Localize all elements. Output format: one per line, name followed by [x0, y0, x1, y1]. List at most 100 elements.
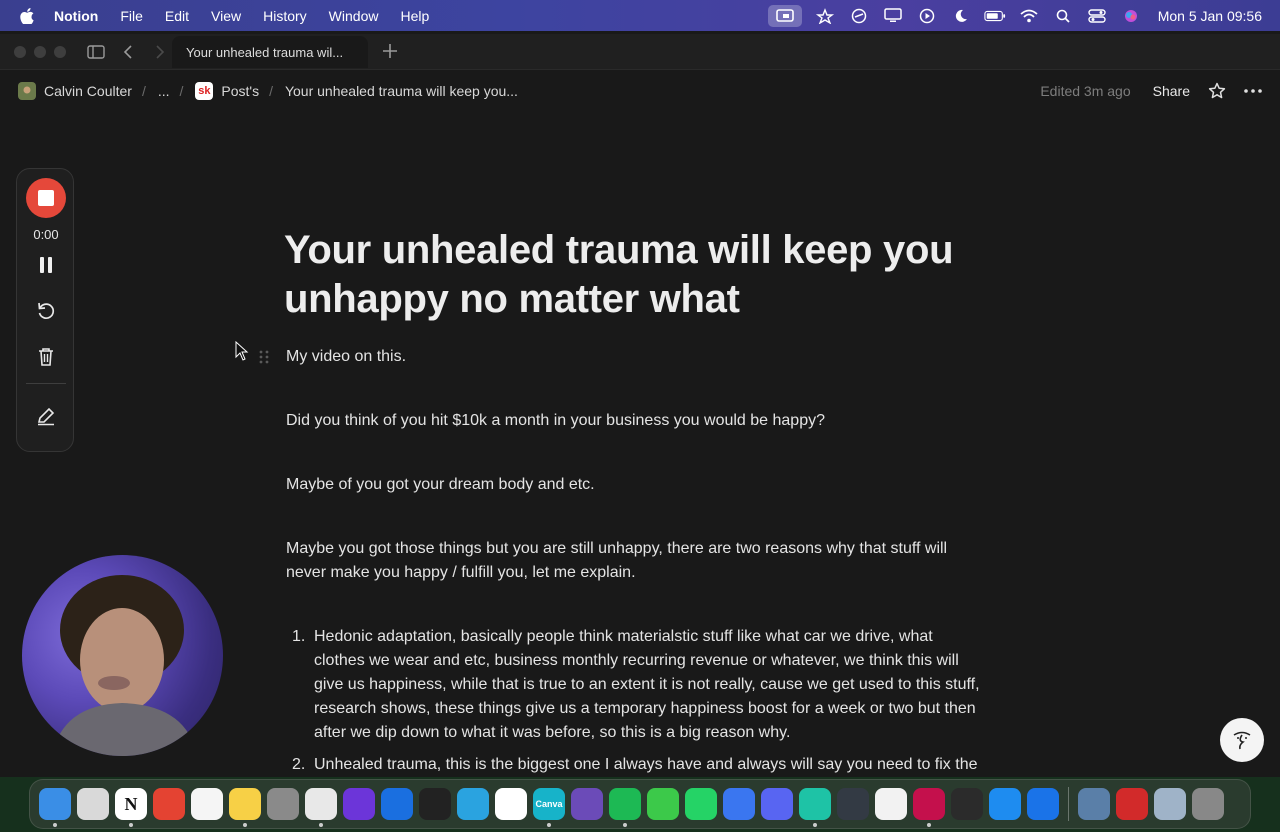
menu-window[interactable]: Window	[329, 8, 379, 24]
dock-app-arc[interactable]	[343, 788, 375, 820]
dock-app-screen-studio[interactable]	[381, 788, 413, 820]
running-indicator	[53, 823, 57, 827]
wifi-icon[interactable]	[1018, 7, 1040, 25]
dock-app-chrome[interactable]	[305, 788, 337, 827]
menu-view[interactable]: View	[211, 8, 241, 24]
paragraph-block[interactable]: Maybe of you got your dream body and etc…	[286, 473, 986, 497]
back-arrow-icon[interactable]	[118, 42, 138, 62]
dock-app-pdf-app[interactable]	[1116, 788, 1148, 820]
dock-app-surfshark[interactable]	[799, 788, 831, 827]
menu-file[interactable]: File	[120, 8, 143, 24]
menu-app-name[interactable]: Notion	[54, 8, 98, 24]
dock-app-cloud-app[interactable]	[837, 788, 869, 820]
play-icon[interactable]	[916, 7, 938, 25]
dock-app-messages[interactable]	[647, 788, 679, 820]
webcam-bubble[interactable]	[22, 555, 223, 756]
dock-app-proton-vpn[interactable]	[571, 788, 603, 820]
delete-recording-button[interactable]	[34, 345, 58, 369]
dock: N Canva	[29, 779, 1251, 829]
dock-app-spotify[interactable]	[609, 788, 641, 827]
numbered-list-item[interactable]: 1. Hedonic adaptation, basically people …	[286, 625, 986, 745]
menu-edit[interactable]: Edit	[165, 8, 189, 24]
breadcrumb-workspace[interactable]: Calvin Coulter	[44, 83, 132, 99]
dock-app-app-store[interactable]	[989, 788, 1021, 820]
dock-app-notion[interactable]: N	[115, 788, 147, 827]
display-icon[interactable]	[882, 7, 904, 25]
dock-app-trash[interactable]	[1192, 788, 1224, 820]
tab-title: Your unhealed trauma wil...	[186, 44, 344, 60]
dock-app-signal[interactable]	[723, 788, 755, 820]
dock-app-discord[interactable]	[761, 788, 793, 820]
dock-app-launchpad[interactable]	[77, 788, 109, 820]
breadcrumb-separator: /	[179, 83, 184, 99]
tab-current[interactable]: Your unhealed trauma wil...	[172, 36, 368, 68]
dock-app-notes[interactable]	[229, 788, 261, 827]
cloud-icon[interactable]	[814, 7, 836, 25]
list-item-text[interactable]: Unhealed trauma, this is the biggest one…	[314, 753, 986, 777]
menu-history[interactable]: History	[263, 8, 307, 24]
breadcrumb-ellipsis[interactable]: ...	[158, 83, 170, 99]
clock-icon[interactable]	[848, 7, 870, 25]
control-center-icon[interactable]	[1086, 7, 1108, 25]
menu-help[interactable]: Help	[400, 8, 429, 24]
forward-arrow-icon[interactable]	[150, 42, 170, 62]
workspace-avatar[interactable]	[18, 82, 36, 100]
dock-app-preview[interactable]	[1078, 788, 1110, 820]
dock-app-telegram[interactable]	[457, 788, 489, 820]
dock-app-relay-app[interactable]	[1027, 788, 1059, 820]
battery-icon[interactable]	[984, 7, 1006, 25]
running-indicator	[623, 823, 627, 827]
share-button[interactable]: Share	[1153, 83, 1190, 99]
apple-icon[interactable]	[20, 7, 34, 24]
menu-clock[interactable]: Mon 5 Jan 09:56	[1158, 8, 1262, 24]
zoom-window-button[interactable]	[54, 45, 66, 58]
dock-app-reminders[interactable]	[191, 788, 223, 820]
recording-timer: 0:00	[33, 227, 59, 242]
dock-app-quicktime[interactable]	[1154, 788, 1186, 820]
page-title[interactable]: Your unhealed trauma will keep you unhap…	[284, 226, 1004, 324]
breadcrumb-current[interactable]: Your unhealed trauma will keep you...	[285, 83, 518, 99]
breadcrumb-parent[interactable]: Post's	[221, 83, 259, 99]
sidebar-toggle-icon[interactable]	[86, 42, 106, 62]
webcam-person-image	[52, 575, 197, 756]
more-options-icon[interactable]	[1244, 89, 1262, 93]
stop-recording-button[interactable]	[26, 178, 66, 218]
annotate-button[interactable]	[34, 404, 58, 428]
dock-app-quill-app[interactable]	[951, 788, 983, 820]
block-drag-handle-icon[interactable]	[258, 349, 270, 365]
pause-button[interactable]	[34, 253, 58, 277]
recording-toolbar: 0:00	[16, 168, 74, 452]
star-icon[interactable]	[1208, 82, 1226, 100]
numbered-list-item[interactable]: 2. Unhealed trauma, this is the biggest …	[286, 753, 986, 777]
moon-icon[interactable]	[950, 7, 972, 25]
dock-app-youtube-app[interactable]	[913, 788, 945, 827]
paragraph-block[interactable]: Did you think of you hit $10k a month in…	[286, 409, 986, 433]
search-icon[interactable]	[1052, 7, 1074, 25]
stop-icon	[38, 190, 54, 206]
dock-app-finder[interactable]	[39, 788, 71, 827]
restart-button[interactable]	[34, 299, 58, 323]
list-number: 2.	[292, 756, 306, 773]
page-content: Your unhealed trauma will keep you unhap…	[284, 226, 1004, 773]
dock-app-canva[interactable]: Canva	[533, 788, 565, 827]
dock-app-photos[interactable]	[875, 788, 907, 820]
siri-icon[interactable]	[1120, 7, 1142, 25]
dock-app-system-settings[interactable]	[267, 788, 299, 820]
parent-page-icon: sk	[195, 82, 214, 100]
close-window-button[interactable]	[14, 45, 26, 58]
new-tab-icon[interactable]	[380, 40, 400, 62]
dock-app-voice-memos[interactable]	[419, 788, 451, 820]
notion-ai-help-button[interactable]	[1220, 718, 1264, 762]
running-indicator	[927, 823, 931, 827]
minimize-window-button[interactable]	[34, 45, 46, 58]
paragraph-block[interactable]: My video on this.	[286, 345, 986, 369]
list-item-text[interactable]: Hedonic adaptation, basically people thi…	[314, 625, 986, 745]
dock-app-label: Canva	[535, 799, 563, 809]
dock-app-whatsapp[interactable]	[685, 788, 717, 820]
paragraph-block[interactable]: Maybe you got those things but you are s…	[286, 537, 986, 585]
breadcrumb-separator: /	[141, 83, 146, 99]
running-indicator	[129, 823, 133, 827]
screen-record-icon[interactable]	[767, 4, 802, 27]
dock-app-todoist[interactable]	[153, 788, 185, 820]
dock-app-capcut[interactable]	[495, 788, 527, 820]
